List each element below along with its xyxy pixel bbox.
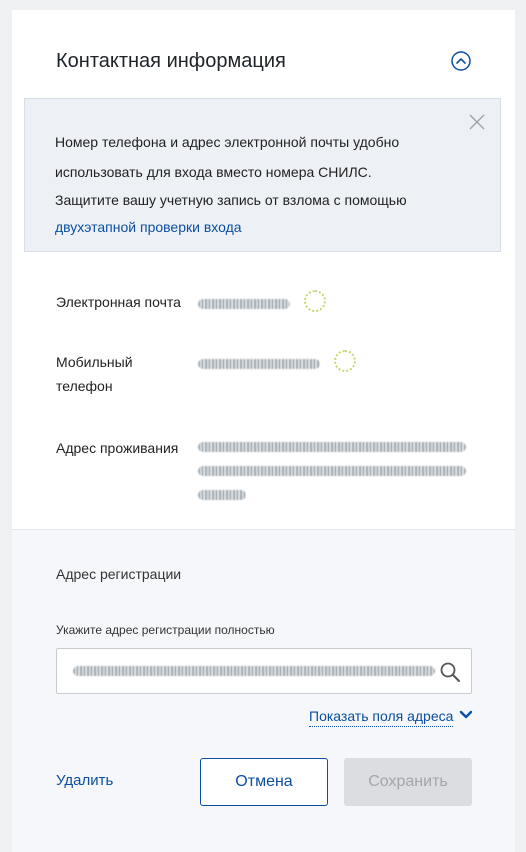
notice-line-1: Номер телефона и адрес электронной почты… [55,134,400,150]
verified-icon [334,350,357,372]
section-title: Контактная информация [56,50,286,72]
close-icon[interactable] [468,113,486,131]
registration-address-input[interactable] [56,648,472,694]
residence-address-label: Адрес проживания [56,440,179,456]
registration-input-label: Укажите адрес регистрации полностью [56,623,275,637]
section-header: Контактная информация [56,50,476,92]
email-value [198,290,327,316]
delete-link[interactable]: Удалить [56,771,113,791]
phone-label-line-2: телефон [56,378,113,394]
notice-line-2: использовать для входа вместо номера СНИ… [55,164,372,180]
search-icon[interactable] [439,661,461,683]
notice-text: Номер телефона и адрес электронной почты… [55,127,465,242]
save-button[interactable]: Сохранить [344,758,472,806]
notice-line-3: Защитите вашу учетную запись от взлома с… [55,192,407,208]
registration-title: Адрес регистрации [56,566,182,582]
two-step-verification-link[interactable]: двухэтапной проверки входа [55,216,242,238]
registration-address-section: Адрес регистрации Укажите адрес регистра… [12,529,515,852]
email-redacted [198,299,290,310]
chevron-up-circle-icon[interactable] [451,51,471,71]
residence-address-value [198,442,466,500]
residence-address-redacted-1 [198,442,466,452]
phone-label: Мобильный телефон [56,350,186,398]
residence-address-redacted-3 [198,490,246,500]
verified-icon [304,290,327,312]
show-address-fields-link[interactable]: Показать поля адреса [309,706,454,727]
email-row: Электронная почта [56,290,516,320]
cancel-button[interactable]: Отмена [200,758,328,806]
phone-row: Мобильный телефон [56,350,516,400]
registration-address-redacted [73,666,435,676]
contact-info-card: Контактная информация Номер телефона и а… [12,10,516,852]
info-notice: Номер телефона и адрес электронной почты… [24,98,501,252]
residence-address-redacted-2 [198,466,466,476]
phone-value [198,350,357,376]
residence-address-row: Адрес проживания [56,436,516,506]
email-label: Электронная почта [56,294,181,310]
phone-label-line-1: Мобильный [56,354,133,370]
phone-redacted [198,359,320,370]
chevron-down-icon[interactable] [459,708,473,722]
